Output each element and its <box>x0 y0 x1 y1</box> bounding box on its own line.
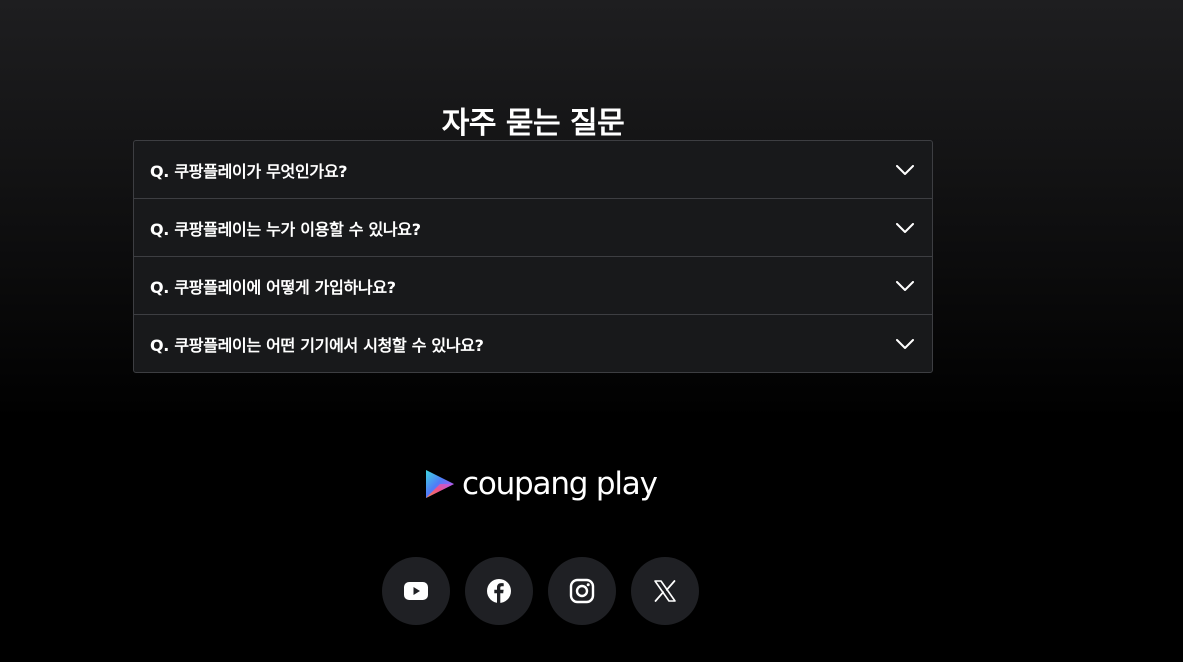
chevron-down-icon[interactable] <box>895 334 915 354</box>
coupang-play-logo[interactable]: coupang play <box>422 464 658 504</box>
x-button[interactable] <box>631 557 699 625</box>
social-links <box>382 557 699 625</box>
faq-question: Q. 쿠팡플레이가 무엇인가요? <box>150 161 348 181</box>
faq-item[interactable]: Q. 쿠팡플레이에 어떻게 가입하나요? <box>134 257 932 315</box>
youtube-button[interactable] <box>382 557 450 625</box>
faq-item[interactable]: Q. 쿠팡플레이가 무엇인가요? <box>134 141 932 199</box>
faq-question: Q. 쿠팡플레이는 누가 이용할 수 있나요? <box>150 219 421 239</box>
faq-question: Q. 쿠팡플레이는 어떤 기기에서 시청할 수 있나요? <box>150 335 484 355</box>
instagram-icon <box>569 578 595 604</box>
x-icon <box>654 580 676 602</box>
instagram-button[interactable] <box>548 557 616 625</box>
chevron-down-icon[interactable] <box>895 276 915 296</box>
facebook-button[interactable] <box>465 557 533 625</box>
logo-text: coupang play <box>462 466 658 502</box>
faq-item[interactable]: Q. 쿠팡플레이는 누가 이용할 수 있나요? <box>134 199 932 257</box>
play-logo-icon <box>426 470 454 498</box>
faq-list: Q. 쿠팡플레이가 무엇인가요? Q. 쿠팡플레이는 누가 이용할 수 있나요?… <box>133 140 933 373</box>
chevron-down-icon[interactable] <box>895 160 915 180</box>
facebook-icon <box>487 579 511 603</box>
faq-item[interactable]: Q. 쿠팡플레이는 어떤 기기에서 시청할 수 있나요? <box>134 315 932 372</box>
faq-question: Q. 쿠팡플레이에 어떻게 가입하나요? <box>150 277 396 297</box>
chevron-down-icon[interactable] <box>895 218 915 238</box>
faq-title: 자주 묻는 질문 <box>441 105 625 141</box>
youtube-icon <box>404 582 428 600</box>
